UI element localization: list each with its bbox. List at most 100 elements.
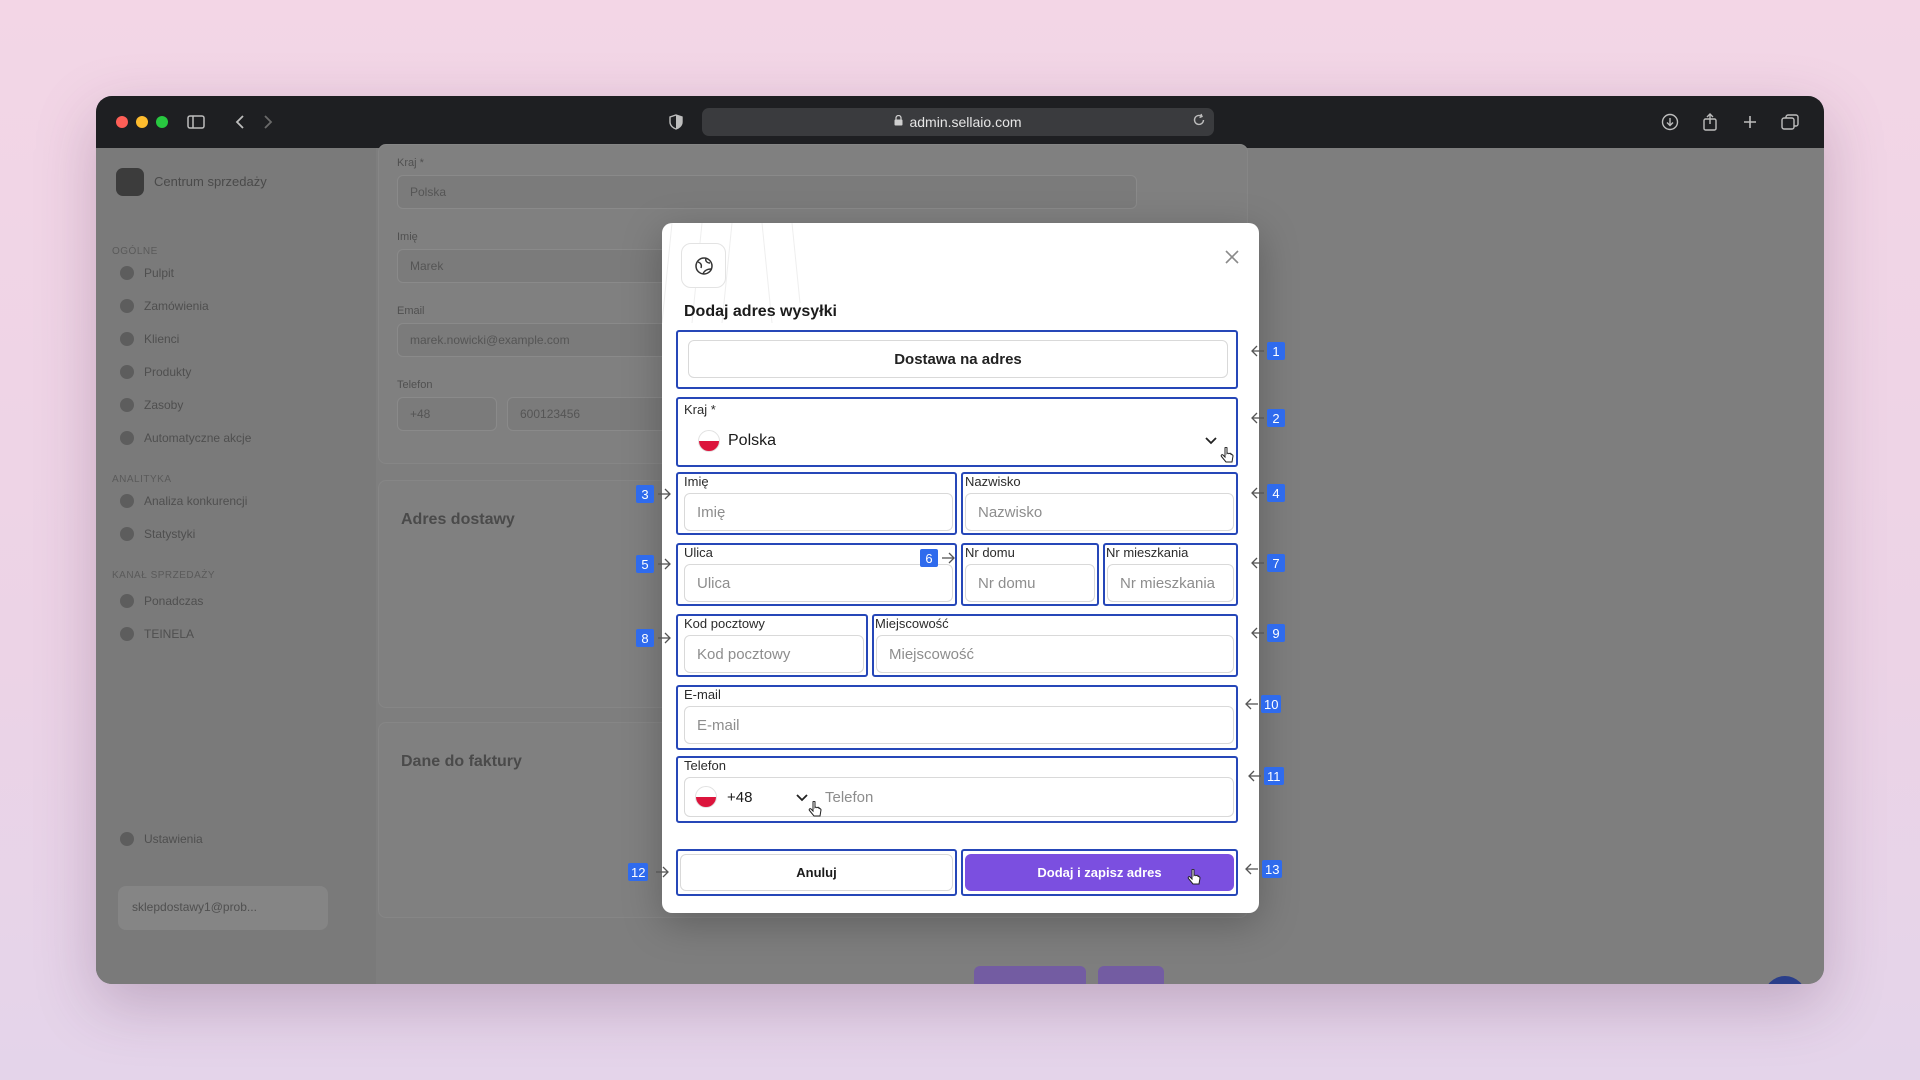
annotation-badge-4: 4 [1267,484,1285,502]
settings-icon [120,832,134,846]
sidebar-item-channel-1[interactable]: Ponadczas [120,594,203,608]
sidebar-item-orders[interactable]: Zamówienia [120,299,209,313]
email-label: E-mail [684,687,721,702]
street-label: Ulica [684,545,713,560]
phone-country-select[interactable]: +48 [695,786,752,808]
house-number-label: Nr domu [965,545,1015,560]
annotation-badge-2: 2 [1267,409,1285,427]
maximize-window-button[interactable] [156,116,168,128]
annotation-badge-1: 1 [1267,342,1285,360]
annotation-badge-9: 9 [1267,624,1285,642]
sidebar-item-settings[interactable]: Ustawienia [120,832,203,846]
channel-icon [120,594,134,608]
arrow-right-icon [658,558,671,570]
last-name-input[interactable] [965,493,1234,531]
arrow-right-icon [658,632,671,644]
arrow-right-icon [658,488,671,500]
phone-prefix-value: +48 [727,788,753,806]
sidebar-item-statistics[interactable]: Statystyki [120,527,195,541]
automation-icon [120,431,134,445]
arrow-right-icon [942,552,955,564]
bg-country-select[interactable]: Polska [397,175,1137,209]
address-bar[interactable]: admin.sellaio.com [702,108,1214,136]
city-label: Miejscowość [875,616,949,631]
resources-icon [120,398,134,412]
sidebar-item-resources[interactable]: Zasoby [120,398,183,412]
country-select[interactable]: Polska [684,422,1232,460]
sidebar-item-automations[interactable]: Automatyczne akcje [120,431,251,445]
arrow-left-icon [1251,627,1264,639]
hand-cursor-icon [1220,447,1234,463]
first-name-input[interactable] [684,493,953,531]
sidebar: Centrum sprzedaży OGÓLNE Pulpit Zamówien… [96,148,376,984]
arrow-left-icon [1251,557,1264,569]
channel-icon [120,627,134,641]
forward-icon[interactable] [256,110,280,134]
url-text: admin.sellaio.com [909,114,1022,130]
phone-field: +48 [684,777,1234,817]
reload-icon[interactable] [1192,113,1206,130]
email-input[interactable] [684,706,1234,744]
orders-icon [120,299,134,313]
privacy-shield-icon[interactable] [664,110,688,134]
user-email: sklepdostawy1@prob... [132,900,257,914]
arrow-left-icon [1245,698,1258,710]
delivery-address-heading: Adres dostawy [401,511,515,528]
annotation-badge-13: 13 [1262,860,1283,878]
chat-button[interactable] [1764,976,1806,984]
modal-title: Dodaj adres wysyłki [684,303,837,320]
close-icon[interactable] [1222,247,1242,267]
bg-save-button[interactable] [1098,966,1164,984]
arrow-left-icon [1251,487,1264,499]
close-window-button[interactable] [116,116,128,128]
annotation-badge-5: 5 [636,555,654,573]
phone-label: Telefon [684,758,726,773]
share-icon[interactable] [1698,110,1722,134]
phone-input[interactable] [821,780,1217,814]
poland-flag-icon [698,430,720,452]
sidebar-toggle-icon[interactable] [184,110,208,134]
sidebar-item-channel-2[interactable]: TEINELA [120,627,194,641]
analysis-icon [120,494,134,508]
user-menu[interactable]: sklepdostawy1@prob... [118,886,328,930]
last-name-label: Nazwisko [965,474,1021,489]
annotation-badge-12: 12 [628,863,649,881]
apartment-number-input[interactable] [1107,564,1234,602]
delivery-option-button[interactable]: Dostawa na adres [688,340,1228,378]
back-icon[interactable] [228,110,252,134]
hand-cursor-icon [1187,869,1201,885]
sidebar-item-competitor-analysis[interactable]: Analiza konkurencji [120,494,247,508]
postal-code-label: Kod pocztowy [684,616,765,631]
first-name-label: Imię [684,474,709,489]
dashboard-icon [120,266,134,280]
app-logo-icon [116,168,144,196]
new-tab-icon[interactable] [1738,110,1762,134]
sidebar-brand: Centrum sprzedaży [154,174,267,189]
annotation-badge-8: 8 [636,629,654,647]
poland-flag-icon [695,786,717,808]
arrow-right-icon [656,866,669,878]
minimize-window-button[interactable] [136,116,148,128]
tab-overview-icon[interactable] [1778,110,1802,134]
bg-phone-prefix[interactable]: +48 [397,397,497,431]
lock-icon [894,114,903,129]
add-shipping-address-modal: Dodaj adres wysyłki Dostawa na adres Kra… [662,223,1259,913]
cancel-button[interactable]: Anuluj [680,854,953,891]
sidebar-item-products[interactable]: Produkty [120,365,191,379]
annotation-badge-7: 7 [1267,554,1285,572]
globe-icon [681,243,726,288]
city-input[interactable] [876,635,1234,673]
statistics-icon [120,527,134,541]
postal-code-input[interactable] [684,635,864,673]
apartment-number-label: Nr mieszkania [1106,545,1189,560]
annotation-badge-11: 11 [1264,767,1284,785]
sidebar-item-customers[interactable]: Klienci [120,332,179,346]
hand-cursor-icon [808,801,822,817]
house-number-input[interactable] [965,564,1095,602]
street-input[interactable] [684,564,953,602]
annotation-badge-10: 10 [1261,695,1282,713]
sidebar-item-dashboard[interactable]: Pulpit [120,266,174,280]
browser-titlebar: admin.sellaio.com [96,96,1824,148]
bg-action-button[interactable] [974,966,1086,984]
downloads-icon[interactable] [1658,110,1682,134]
